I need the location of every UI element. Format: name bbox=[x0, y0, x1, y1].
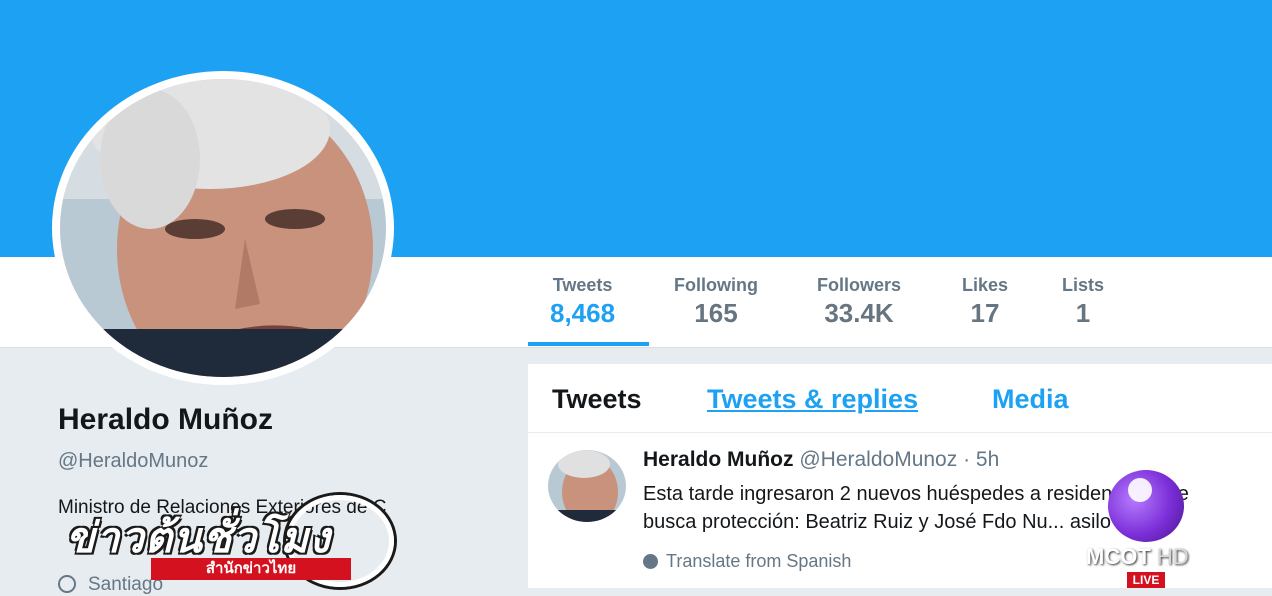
globe-icon bbox=[643, 554, 658, 569]
tweet-time[interactable]: · 5h bbox=[963, 448, 999, 471]
timeline-tabs: Tweets Tweets & replies Media bbox=[528, 364, 1272, 433]
stat-label: Following bbox=[674, 275, 758, 295]
stat-value: 1 bbox=[1075, 298, 1091, 328]
translate-link[interactable]: Translate from Spanish bbox=[643, 551, 851, 572]
stat-tweets[interactable]: Tweets 8,468 bbox=[550, 275, 615, 329]
channel-logo: MCOT HD LIVE bbox=[1086, 468, 1216, 588]
stat-lists[interactable]: Lists 1 bbox=[1062, 275, 1104, 329]
profile-avatar[interactable] bbox=[52, 71, 394, 385]
stat-label: Tweets bbox=[552, 275, 613, 295]
avatar-photo bbox=[60, 79, 386, 377]
news-agency-label: สำนักข่าวไทย bbox=[151, 558, 351, 580]
tab-media[interactable]: Media bbox=[992, 384, 1069, 415]
tweet-avatar[interactable] bbox=[548, 450, 626, 522]
translate-label: Translate from Spanish bbox=[666, 551, 852, 571]
stat-label: Likes bbox=[962, 275, 1009, 295]
stat-value: 8,468 bbox=[550, 298, 616, 328]
stat-value: 17 bbox=[970, 298, 1000, 328]
live-badge: LIVE bbox=[1127, 572, 1165, 588]
stat-followers[interactable]: Followers 33.4K bbox=[817, 275, 901, 329]
stat-likes[interactable]: Likes 17 bbox=[962, 275, 1008, 329]
stat-label: Lists bbox=[1062, 275, 1105, 295]
profile-handle[interactable]: @HeraldoMunoz bbox=[58, 450, 208, 473]
channel-name: MCOT HD bbox=[1086, 544, 1189, 570]
channel-brand: MCOT bbox=[1086, 544, 1151, 569]
tweet-author[interactable]: Heraldo Muñoz bbox=[643, 448, 794, 471]
stat-following[interactable]: Following 165 bbox=[674, 275, 758, 329]
stat-label: Followers bbox=[817, 275, 902, 295]
active-tab-indicator bbox=[528, 342, 649, 346]
channel-hd: HD bbox=[1156, 544, 1189, 569]
tab-tweets[interactable]: Tweets bbox=[552, 384, 642, 415]
tweet-header: Heraldo Muñoz @HeraldoMunoz · 5h bbox=[643, 448, 999, 472]
news-program-logo: ข่าวต้นชั่วโมง สำนักข่าวไทย bbox=[66, 495, 401, 588]
stat-value: 165 bbox=[694, 298, 738, 328]
stat-value: 33.4K bbox=[824, 298, 894, 328]
tweet-handle[interactable]: @HeraldoMunoz bbox=[799, 448, 957, 471]
mcot-orb-shine bbox=[1128, 478, 1152, 502]
profile-name: Heraldo Muñoz bbox=[58, 403, 273, 436]
tab-tweets-replies[interactable]: Tweets & replies bbox=[707, 384, 918, 415]
